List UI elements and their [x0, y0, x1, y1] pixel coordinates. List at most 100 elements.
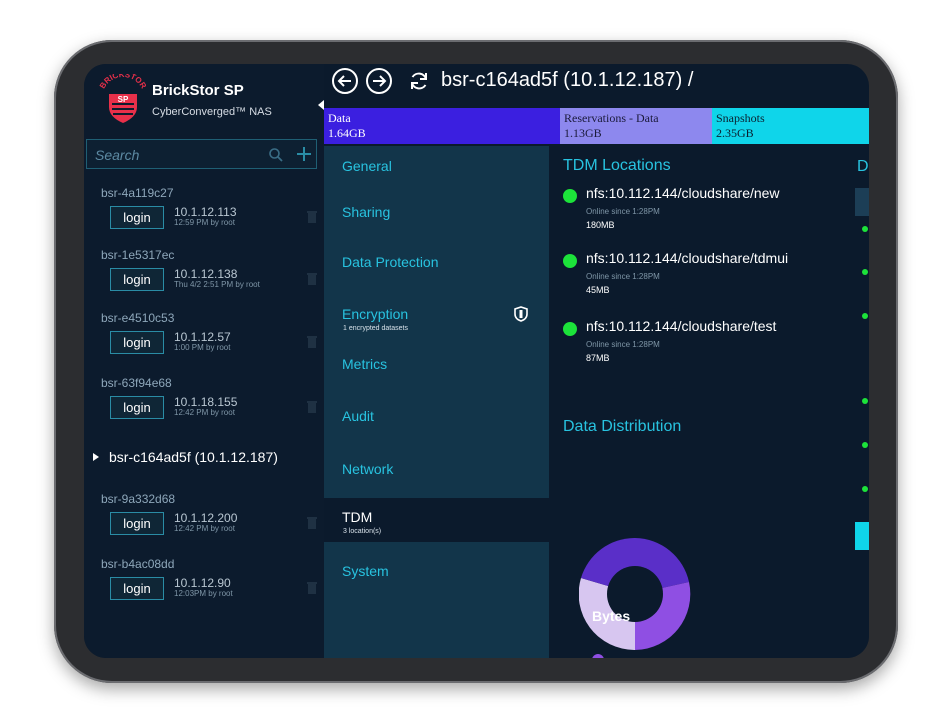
tdm-locations-title: TDM Locations: [563, 157, 671, 174]
server-last-login: 12:42 PM by root: [174, 524, 235, 533]
right-panel-bar: [855, 522, 869, 550]
menu-item-encryption[interactable]: Encryption 1 encrypted datasets: [324, 306, 549, 340]
server-ip: 10.1.12.113: [174, 205, 237, 219]
segment-label: Data: [328, 111, 351, 125]
trash-icon[interactable]: [306, 400, 318, 414]
trash-icon[interactable]: [306, 210, 318, 224]
top-header: bsr-c164ad5f (10.1.12.187) /: [324, 64, 869, 108]
menu-item-general[interactable]: General: [324, 158, 549, 178]
login-button[interactable]: login: [110, 331, 164, 354]
menu-label: Sharing: [342, 204, 391, 220]
path-title: bsr-c164ad5f (10.1.12.187) /: [441, 69, 694, 91]
trash-icon[interactable]: [306, 335, 318, 349]
menu-label: Encryption: [342, 306, 409, 322]
segment-value: 2.35GB: [716, 126, 754, 140]
back-arrow-icon[interactable]: [332, 68, 358, 94]
server-name: bsr-e4510c53: [101, 311, 175, 325]
storage-segment-reservations[interactable]: Reservations - Data 1.13GB: [560, 108, 712, 144]
selected-server-label: bsr-c164ad5f (10.1.12.187): [109, 449, 278, 465]
forward-arrow-icon[interactable]: [366, 68, 392, 94]
menu-item-system[interactable]: System: [324, 563, 549, 583]
expand-arrow-icon: [93, 453, 99, 461]
location-size: 180MB: [586, 220, 615, 230]
server-ip: 10.1.12.138: [174, 267, 238, 281]
server-last-login: 1:00 PM by root: [174, 343, 231, 352]
brand-header: BRICKSTOR SP BrickStor SP CyberConverged…: [96, 74, 324, 130]
status-dot-icon: [862, 226, 868, 232]
right-panel-block: [855, 188, 869, 216]
server-item: bsr-4a119c27 login 10.1.12.113 12:59 PM …: [101, 186, 321, 229]
server-name: bsr-b4ac08dd: [101, 557, 175, 571]
location-path: nfs:10.112.144/cloudshare/tdmui: [586, 250, 789, 266]
login-button[interactable]: login: [110, 206, 164, 229]
search-icon[interactable]: [268, 147, 284, 163]
menu-item-metrics[interactable]: Metrics: [324, 356, 549, 376]
server-name: bsr-63f94e68: [101, 376, 172, 390]
search-box: [86, 139, 317, 169]
status-dot-icon: [862, 269, 868, 275]
status-dot-icon: [862, 398, 868, 404]
server-sidebar: BRICKSTOR SP BrickStor SP CyberConverged…: [84, 64, 324, 658]
online-status-icon: [563, 254, 577, 268]
server-last-login: 12:59 PM by root: [174, 218, 235, 227]
server-item: bsr-1e5317ec login 10.1.12.138 Thu 4/2 2…: [101, 248, 321, 291]
selected-server[interactable]: bsr-c164ad5f (10.1.12.187): [93, 449, 278, 465]
menu-item-network[interactable]: Network: [324, 461, 549, 481]
refresh-icon[interactable]: [408, 70, 430, 92]
server-last-login: 12:03PM by root: [174, 589, 233, 598]
segment-label: Snapshots: [716, 111, 765, 125]
trash-icon[interactable]: [306, 516, 318, 530]
trash-icon[interactable]: [306, 272, 318, 286]
menu-label: Network: [342, 461, 394, 477]
segment-label: Reservations - Data: [564, 111, 659, 125]
server-item: bsr-e4510c53 login 10.1.12.57 1:00 PM by…: [101, 311, 321, 354]
segment-value: 1.64GB: [328, 126, 366, 140]
segment-value: 1.13GB: [564, 126, 602, 140]
app-subtitle: CyberConverged™ NAS: [152, 106, 272, 118]
add-server-icon[interactable]: [294, 144, 314, 164]
settings-menu: General Sharing Data Protection Encrypti…: [324, 146, 549, 658]
menu-label: Metrics: [342, 356, 388, 372]
svg-text:BRICKSTOR: BRICKSTOR: [98, 74, 148, 90]
menu-item-tdm[interactable]: TDM 3 location(s): [324, 498, 549, 542]
server-name: bsr-9a332d68: [101, 492, 176, 506]
online-status-icon: [563, 322, 577, 336]
trash-icon[interactable]: [306, 581, 318, 595]
server-ip: 10.1.12.200: [174, 511, 238, 525]
search-input[interactable]: [95, 145, 255, 165]
menu-label: Audit: [342, 408, 374, 424]
server-item: bsr-b4ac08dd login 10.1.12.90 12:03PM by…: [101, 557, 321, 600]
storage-segment-data[interactable]: Data 1.64GB: [324, 108, 560, 144]
menu-item-data-protection[interactable]: Data Protection: [324, 254, 549, 274]
status-dot-icon: [862, 442, 868, 448]
server-name: bsr-4a119c27: [101, 186, 174, 200]
login-button[interactable]: login: [110, 577, 164, 600]
menu-item-sharing[interactable]: Sharing: [324, 204, 549, 224]
shield-icon: [514, 306, 528, 322]
server-item: bsr-9a332d68 login 10.1.12.200 12:42 PM …: [101, 492, 321, 535]
data-distribution-donut[interactable]: [579, 538, 691, 650]
menu-sublabel: 3 location(s): [343, 528, 382, 535]
menu-label: System: [342, 563, 389, 579]
login-button[interactable]: login: [110, 512, 164, 535]
location-path: nfs:10.112.144/cloudshare/test: [586, 318, 777, 334]
menu-label: General: [342, 158, 392, 174]
status-dot-icon: [862, 486, 868, 492]
location-online-since: Online since 1:28PM: [586, 340, 660, 349]
login-button[interactable]: login: [110, 268, 164, 291]
status-dot-icon: [862, 313, 868, 319]
data-distribution-title: Data Distribution: [563, 418, 682, 435]
menu-label: TDM: [342, 509, 373, 525]
location-online-since: Online since 1:28PM: [586, 207, 660, 216]
tdm-content: TDM Locations nfs:10.112.144/cloudshare/…: [549, 146, 851, 658]
menu-item-audit[interactable]: Audit: [324, 408, 549, 428]
storage-usage-bar: Data 1.64GB Reservations - Data 1.13GB S…: [324, 108, 869, 144]
svg-text:SP: SP: [118, 95, 129, 104]
login-button[interactable]: login: [110, 396, 164, 419]
server-last-login: 12:42 PM by root: [174, 408, 235, 417]
server-ip: 10.1.18.155: [174, 395, 238, 409]
storage-segment-snapshots[interactable]: Snapshots 2.35GB: [712, 108, 869, 144]
menu-sublabel: 1 encrypted datasets: [343, 325, 408, 332]
server-name: bsr-1e5317ec: [101, 248, 175, 262]
app-screen: BRICKSTOR SP BrickStor SP CyberConverged…: [84, 64, 869, 658]
